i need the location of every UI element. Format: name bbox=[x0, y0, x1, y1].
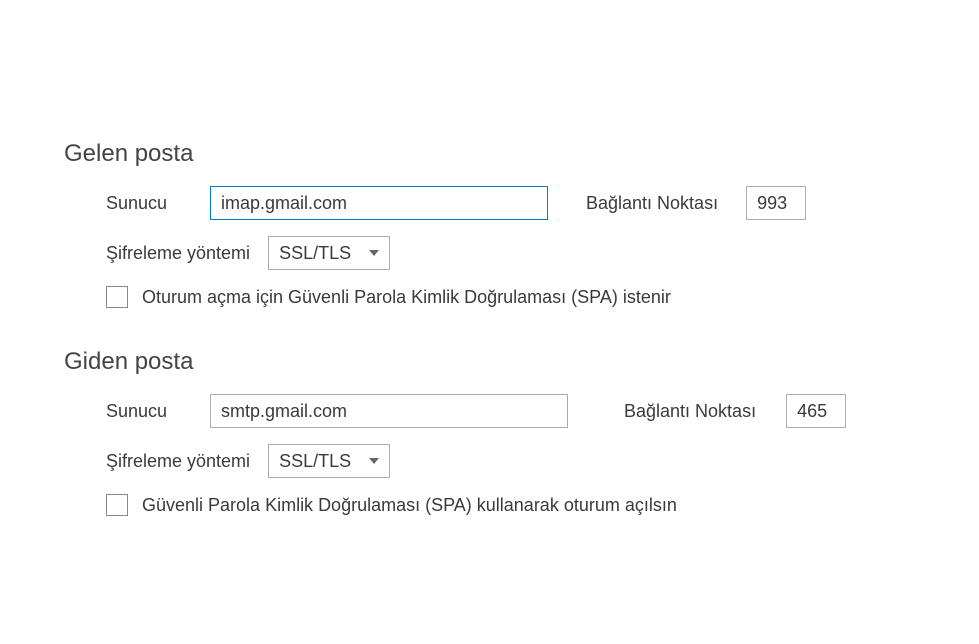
incoming-encryption-label: Şifreleme yöntemi bbox=[106, 243, 250, 264]
incoming-server-input[interactable] bbox=[210, 186, 548, 220]
outgoing-server-input[interactable] bbox=[210, 394, 568, 428]
outgoing-form-group: Sunucu Bağlantı Noktası Şifreleme yöntem… bbox=[64, 394, 979, 516]
outgoing-server-label: Sunucu bbox=[106, 401, 210, 422]
outgoing-mail-title: Giden posta bbox=[64, 348, 979, 376]
incoming-port-label: Bağlantı Noktası bbox=[586, 193, 718, 214]
outgoing-encryption-select[interactable]: SSL/TLS bbox=[268, 444, 390, 478]
incoming-port-input[interactable] bbox=[746, 186, 806, 220]
mail-settings-form: Gelen posta Sunucu Bağlantı Noktası Şifr… bbox=[0, 0, 979, 516]
chevron-down-icon bbox=[369, 250, 389, 256]
incoming-encryption-row: Şifreleme yöntemi SSL/TLS bbox=[106, 236, 979, 270]
incoming-server-row: Sunucu Bağlantı Noktası bbox=[106, 186, 979, 220]
outgoing-encryption-value: SSL/TLS bbox=[279, 451, 369, 472]
incoming-encryption-value: SSL/TLS bbox=[279, 243, 369, 264]
incoming-server-label: Sunucu bbox=[106, 193, 210, 214]
incoming-mail-section: Gelen posta Sunucu Bağlantı Noktası Şifr… bbox=[64, 140, 979, 308]
outgoing-encryption-row: Şifreleme yöntemi SSL/TLS bbox=[106, 444, 979, 478]
chevron-down-icon bbox=[369, 458, 389, 464]
incoming-mail-title: Gelen posta bbox=[64, 140, 979, 168]
outgoing-server-row: Sunucu Bağlantı Noktası bbox=[106, 394, 979, 428]
incoming-form-group: Sunucu Bağlantı Noktası Şifreleme yöntem… bbox=[64, 186, 979, 308]
incoming-spa-checkbox[interactable] bbox=[106, 286, 128, 308]
outgoing-port-label: Bağlantı Noktası bbox=[624, 401, 756, 422]
outgoing-spa-checkbox[interactable] bbox=[106, 494, 128, 516]
outgoing-port-input[interactable] bbox=[786, 394, 846, 428]
outgoing-spa-row: Güvenli Parola Kimlik Doğrulaması (SPA) … bbox=[106, 494, 979, 516]
incoming-spa-label: Oturum açma için Güvenli Parola Kimlik D… bbox=[142, 287, 671, 308]
outgoing-mail-section: Giden posta Sunucu Bağlantı Noktası Şifr… bbox=[64, 348, 979, 516]
outgoing-encryption-label: Şifreleme yöntemi bbox=[106, 451, 250, 472]
incoming-spa-row: Oturum açma için Güvenli Parola Kimlik D… bbox=[106, 286, 979, 308]
incoming-encryption-select[interactable]: SSL/TLS bbox=[268, 236, 390, 270]
outgoing-spa-label: Güvenli Parola Kimlik Doğrulaması (SPA) … bbox=[142, 495, 677, 516]
